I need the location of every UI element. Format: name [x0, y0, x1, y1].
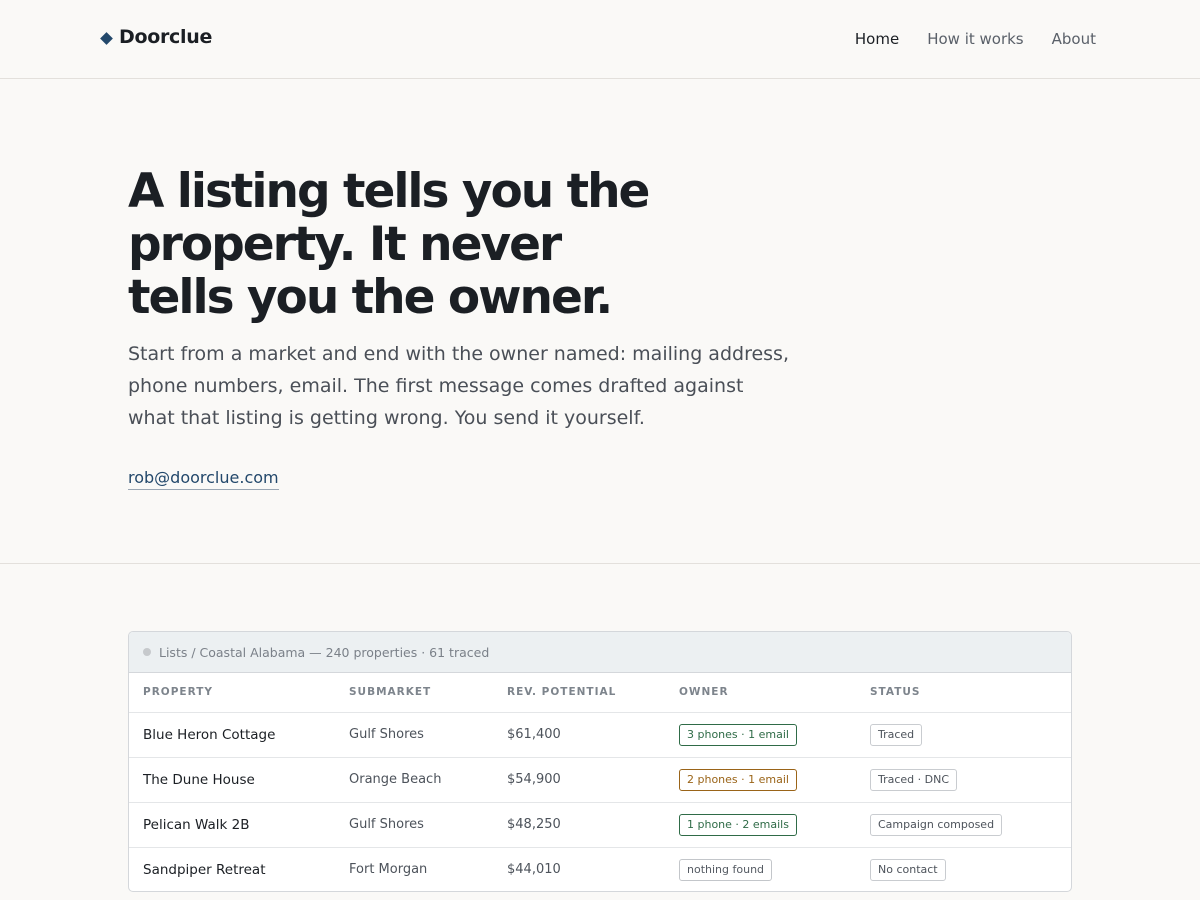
- property-name[interactable]: Blue Heron Cottage: [129, 712, 335, 758]
- main-nav: Home How it works About: [855, 30, 1096, 48]
- nav-how-it-works[interactable]: How it works: [927, 30, 1023, 48]
- table-row[interactable]: Pelican Walk 2B Gulf Shores $48,250 1 phone…: [129, 802, 1071, 848]
- table-row[interactable]: Blue Heron Cottage Gulf Shores $61,400 3 ph…: [129, 712, 1071, 758]
- list-toolbar: Lists / Coastal Alabama — 240 properties…: [129, 632, 1071, 673]
- brand-logo[interactable]: Doorclue: [100, 26, 213, 48]
- column-header-owner[interactable]: OWNER: [665, 673, 856, 713]
- column-header-submarket[interactable]: SUBMARKET: [335, 673, 493, 713]
- revenue-potential: $44,010: [507, 862, 561, 878]
- hero-lede-line: Start from a market and end with the own…: [128, 343, 789, 365]
- submarket: Fort Morgan: [349, 862, 428, 878]
- owner-contact-badge[interactable]: 3 phones · 1 email: [679, 723, 797, 746]
- table-row[interactable]: The Dune House Orange Beach $54,900 2 phone…: [129, 757, 1071, 803]
- owner-contact-badge[interactable]: 2 phones · 1 email: [679, 768, 797, 791]
- status-badge: No contact: [870, 858, 946, 881]
- hero-lede: Start from a market and end with the own…: [128, 338, 789, 434]
- status-cell: No contact: [856, 847, 1071, 891]
- status-cell: Traced: [856, 712, 1071, 758]
- owner-cell: nothing found: [665, 847, 856, 891]
- hero-headline: A listing tells you the property. It nev…: [128, 165, 688, 324]
- table-header-row: PROPERTY SUBMARKET REV. POTENTIAL OWNER …: [129, 673, 1071, 713]
- column-header-status[interactable]: STATUS: [856, 673, 1071, 713]
- submarket: Gulf Shores: [335, 712, 493, 758]
- owner-cell: 1 phone · 2 emails: [665, 802, 856, 848]
- table-row[interactable]: Sandpiper Retreat Fort Morgan $44,010 nothi…: [129, 847, 1071, 891]
- hero-section: A listing tells you the property. It nev…: [0, 79, 1200, 564]
- status-dot-icon: [143, 648, 151, 656]
- hero-headline-line: tells you the owner.: [128, 270, 613, 325]
- contact-email-link[interactable]: rob@doorclue.com: [128, 468, 279, 490]
- property-name[interactable]: Pelican Walk 2B: [129, 802, 335, 848]
- property-name[interactable]: Sandpiper Retreat: [129, 847, 335, 891]
- site-header: Doorclue Home How it works About: [0, 0, 1200, 79]
- status-badge: Traced: [870, 723, 923, 746]
- status-badge: Campaign composed: [870, 813, 1003, 836]
- owner-contact-badge[interactable]: 1 phone · 2 emails: [679, 813, 797, 836]
- revenue-potential: $61,400: [493, 712, 665, 758]
- revenue-potential: $54,900: [493, 757, 665, 803]
- status-cell: Campaign composed: [856, 802, 1071, 848]
- owner-cell: 2 phones · 1 email: [665, 757, 856, 803]
- status-badge: Traced · DNC: [870, 768, 958, 791]
- brand-name: Doorclue: [119, 26, 213, 48]
- owner-cell: 3 phones · 1 email: [665, 712, 856, 758]
- hero-lede-line: phone numbers, email. The first message …: [128, 375, 744, 397]
- column-header-property[interactable]: PROPERTY: [129, 673, 335, 713]
- nav-about[interactable]: About: [1052, 30, 1096, 48]
- revenue-potential: $48,250: [493, 802, 665, 848]
- submarket: Orange Beach: [335, 757, 493, 803]
- status-cell: Traced · DNC: [856, 757, 1071, 803]
- submarket: Gulf Shores: [335, 802, 493, 848]
- nav-home[interactable]: Home: [855, 30, 899, 48]
- property-name[interactable]: The Dune House: [129, 757, 335, 803]
- hero-headline-line: property. It never: [128, 217, 562, 272]
- breadcrumb: Lists / Coastal Alabama — 240 properties…: [159, 644, 490, 660]
- column-header-revenue[interactable]: REV. POTENTIAL: [493, 673, 665, 713]
- hero-lede-line: what that listing is getting wrong. You …: [128, 407, 645, 429]
- property-list-card: Lists / Coastal Alabama — 240 properties…: [128, 631, 1072, 892]
- property-table: PROPERTY SUBMARKET REV. POTENTIAL OWNER …: [129, 673, 1071, 891]
- hero-headline-line: A listing tells you the: [128, 164, 650, 219]
- table-body: Blue Heron Cottage Gulf Shores $61,400 3 ph…: [129, 712, 1071, 891]
- diamond-icon: [100, 31, 113, 45]
- owner-contact-badge[interactable]: nothing found: [679, 858, 773, 881]
